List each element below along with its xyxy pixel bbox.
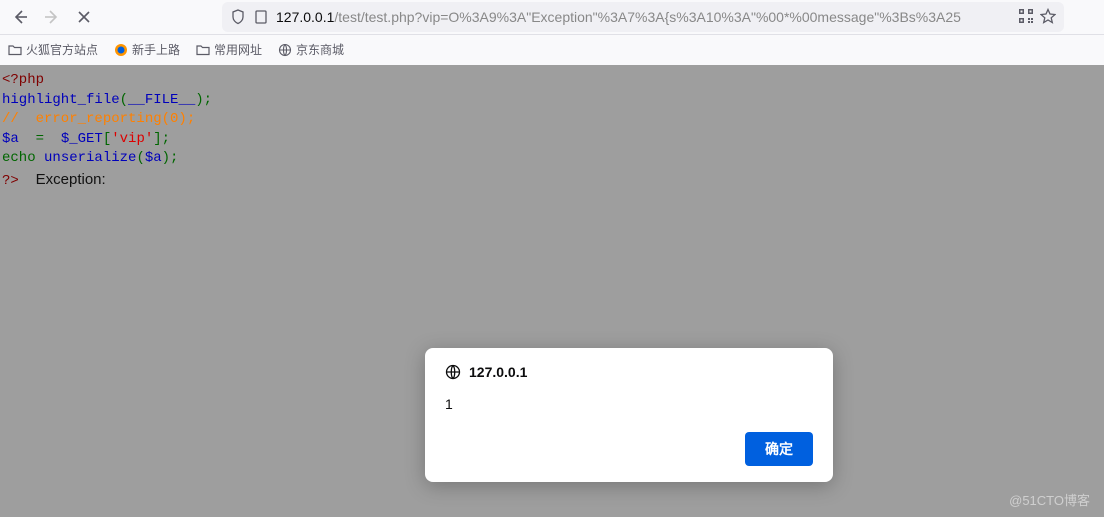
dialog-message: 1: [445, 396, 813, 412]
globe-icon: [445, 364, 461, 380]
firefox-icon: [114, 43, 128, 57]
alert-dialog: 127.0.0.1 1 确定: [425, 348, 833, 482]
stop-button[interactable]: [70, 3, 98, 31]
bookmark-label: 火狐官方站点: [26, 41, 98, 58]
url-path: /test/test.php?vip=O%3A9%3A"Exception"%3…: [334, 9, 961, 25]
page-content: <?php highlight_file(__FILE__); // error…: [0, 65, 1104, 194]
folder-icon: [196, 43, 210, 57]
arrow-right-icon: [44, 9, 60, 25]
qr-icon[interactable]: [1018, 8, 1034, 27]
bookmark-item-jd[interactable]: 京东商城: [278, 41, 344, 58]
page-icon: [254, 10, 268, 24]
url-actions: [1018, 8, 1056, 27]
close-icon: [77, 10, 91, 24]
back-button[interactable]: [6, 3, 34, 31]
code-line-6: ?> Exception:: [2, 169, 1102, 192]
dialog-footer: 确定: [445, 432, 813, 466]
code-line-4: $a = $_GET['vip'];: [2, 130, 1102, 150]
bookmark-item-getting-started[interactable]: 新手上路: [114, 41, 180, 58]
globe-icon: [278, 43, 292, 57]
code-line-2: highlight_file(__FILE__);: [2, 91, 1102, 111]
bookmark-label: 新手上路: [132, 41, 180, 58]
url-host: 127.0.0.1: [276, 9, 334, 25]
bookmark-item-firefox-official[interactable]: 火狐官方站点: [8, 41, 98, 58]
dialog-host: 127.0.0.1: [469, 364, 527, 380]
url-text: 127.0.0.1/test/test.php?vip=O%3A9%3A"Exc…: [276, 9, 1010, 25]
exception-output: Exception:: [36, 171, 106, 188]
dialog-ok-button[interactable]: 确定: [745, 432, 813, 466]
arrow-left-icon: [12, 9, 28, 25]
browser-chrome: 127.0.0.1/test/test.php?vip=O%3A9%3A"Exc…: [0, 0, 1104, 65]
url-bar[interactable]: 127.0.0.1/test/test.php?vip=O%3A9%3A"Exc…: [222, 2, 1064, 32]
code-line-5: echo unserialize($a);: [2, 149, 1102, 169]
folder-icon: [8, 43, 22, 57]
code-line-1: <?php: [2, 71, 1102, 91]
code-line-3: // error_reporting(0);: [2, 110, 1102, 130]
star-icon[interactable]: [1040, 8, 1056, 27]
forward-button[interactable]: [38, 3, 66, 31]
shield-icon: [230, 9, 246, 25]
bookmark-item-common-sites[interactable]: 常用网址: [196, 41, 262, 58]
bookmark-label: 京东商城: [296, 41, 344, 58]
bookmark-label: 常用网址: [214, 41, 262, 58]
dialog-header: 127.0.0.1: [445, 364, 813, 380]
nav-toolbar: 127.0.0.1/test/test.php?vip=O%3A9%3A"Exc…: [0, 0, 1104, 34]
watermark: @51CTO博客: [1009, 490, 1090, 509]
bookmarks-toolbar: 火狐官方站点 新手上路 常用网址 京东商城: [0, 34, 1104, 64]
